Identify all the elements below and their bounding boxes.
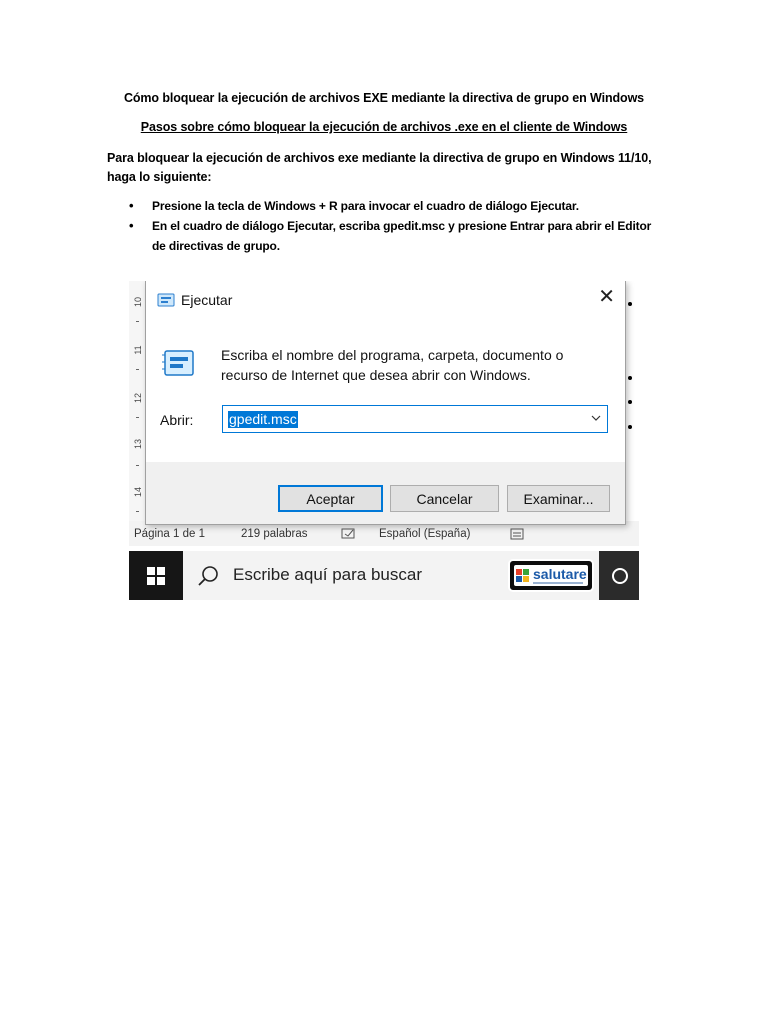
- focus-icon: [510, 527, 524, 544]
- windows-logo-icon: [147, 567, 165, 585]
- step-text: En el cuadro de diálogo Ejecutar, escrib…: [152, 219, 652, 253]
- steps-list: • Presione la tecla de Windows + R para …: [107, 196, 667, 256]
- taskbar-search-box[interactable]: Escribe aquí para buscar salutare: [183, 551, 599, 600]
- search-placeholder: Escribe aquí para buscar: [233, 565, 422, 584]
- proofing-icon: [341, 527, 357, 544]
- open-input-value[interactable]: gpedit.msc: [228, 411, 298, 428]
- status-language: Español (España): [379, 528, 471, 540]
- chevron-down-icon[interactable]: [591, 409, 601, 430]
- background-bullet: [628, 425, 632, 429]
- windows-taskbar: Escribe aquí para buscar salutare: [129, 551, 639, 600]
- start-button[interactable]: [129, 551, 183, 600]
- ok-button[interactable]: Aceptar: [278, 485, 383, 512]
- list-item: • Presione la tecla de Windows + R para …: [107, 196, 667, 216]
- ruler-number: 11: [133, 345, 143, 355]
- ruler-number: 14: [133, 487, 143, 498]
- brand-name: salutare: [533, 566, 587, 582]
- bullet-icon: •: [129, 198, 134, 213]
- status-page-count: Página 1 de 1: [134, 528, 205, 540]
- close-icon[interactable]: ✕: [598, 287, 615, 307]
- run-app-icon: [157, 293, 175, 307]
- salutare-logo: salutare: [508, 559, 594, 592]
- vertical-ruler: 10 11 12 13 14: [129, 281, 146, 521]
- ruler-number: 13: [133, 439, 143, 450]
- cortana-icon: [612, 568, 628, 584]
- list-item: • En el cuadro de diálogo Ejecutar, escr…: [107, 216, 667, 256]
- run-dialog: Ejecutar ✕ Escriba el nombre del program…: [145, 281, 626, 525]
- background-bullet: [628, 302, 632, 306]
- open-combobox[interactable]: gpedit.msc: [222, 405, 608, 433]
- run-dialog-screenshot: 10 11 12 13 14 Página 1 de 1 219 palabra…: [129, 281, 639, 600]
- intro-paragraph: Para bloquear la ejecución de archivos e…: [107, 151, 652, 184]
- ruler-number: 12: [133, 393, 143, 404]
- status-word-count: 219 palabras: [241, 528, 308, 540]
- document-subtitle: Pasos sobre cómo bloquear la ejecución d…: [140, 120, 628, 134]
- dialog-title: Ejecutar: [181, 292, 233, 308]
- bullet-icon: •: [129, 218, 134, 233]
- run-large-icon: [162, 350, 194, 376]
- background-bullet: [628, 376, 632, 380]
- cortana-button[interactable]: [599, 551, 639, 600]
- browse-button[interactable]: Examinar...: [507, 485, 610, 512]
- background-bullet: [628, 400, 632, 404]
- cancel-button[interactable]: Cancelar: [390, 485, 499, 512]
- step-text: Presione la tecla de Windows + R para in…: [152, 199, 579, 213]
- ruler-number: 10: [133, 297, 143, 308]
- document-title: Cómo bloquear la ejecución de archivos E…: [123, 91, 645, 105]
- dialog-description: Escriba el nombre del programa, carpeta,…: [221, 347, 564, 383]
- search-icon: [198, 566, 218, 586]
- open-label: Abrir:: [160, 412, 194, 428]
